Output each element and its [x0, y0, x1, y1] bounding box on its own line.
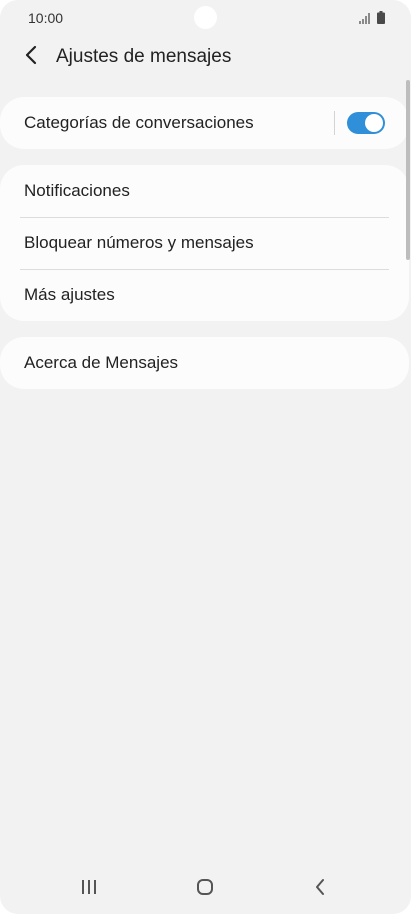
block-numbers-row[interactable]: Bloquear números y mensajes: [0, 217, 409, 269]
more-settings-label: Más ajustes: [24, 285, 115, 304]
signal-icon: [359, 11, 371, 29]
conversation-categories-label: Categorías de conversaciones: [24, 113, 254, 132]
status-icons: [359, 11, 385, 29]
back-icon: [314, 878, 326, 901]
notifications-label: Notificaciones: [24, 181, 130, 200]
conversation-categories-toggle[interactable]: [347, 112, 385, 134]
notifications-row[interactable]: Notificaciones: [0, 165, 409, 217]
about-messages-row[interactable]: Acerca de Mensajes: [0, 337, 409, 389]
recents-icon: [80, 879, 98, 900]
back-button[interactable]: [16, 42, 46, 72]
camera-cutout: [194, 6, 217, 29]
scrollbar[interactable]: [406, 80, 410, 260]
back-arrow-icon: [24, 45, 38, 70]
navigation-bar: [0, 864, 411, 914]
page-title: Ajustes de mensajes: [56, 46, 232, 67]
more-settings-row[interactable]: Más ajustes: [0, 269, 409, 321]
about-card: Acerca de Mensajes: [0, 337, 409, 389]
about-messages-label: Acerca de Mensajes: [24, 353, 179, 372]
recents-button[interactable]: [69, 874, 109, 904]
status-bar: 10:00: [0, 0, 411, 36]
conversation-categories-card: Categorías de conversaciones: [0, 97, 409, 149]
app-header: Ajustes de mensajes: [0, 36, 411, 80]
status-time: 10:00: [28, 10, 64, 26]
block-numbers-label: Bloquear números y mensajes: [24, 233, 254, 252]
toggle-knob: [365, 114, 383, 132]
battery-icon: [377, 11, 385, 29]
home-icon: [196, 878, 214, 901]
phone-screen: 10:00 Ajustes de mensajes Categorías de …: [0, 0, 411, 914]
home-button[interactable]: [185, 874, 225, 904]
nav-back-button[interactable]: [300, 874, 340, 904]
settings-list-card: Notificaciones Bloquear números y mensaj…: [0, 165, 409, 321]
row-divider: [334, 111, 335, 135]
